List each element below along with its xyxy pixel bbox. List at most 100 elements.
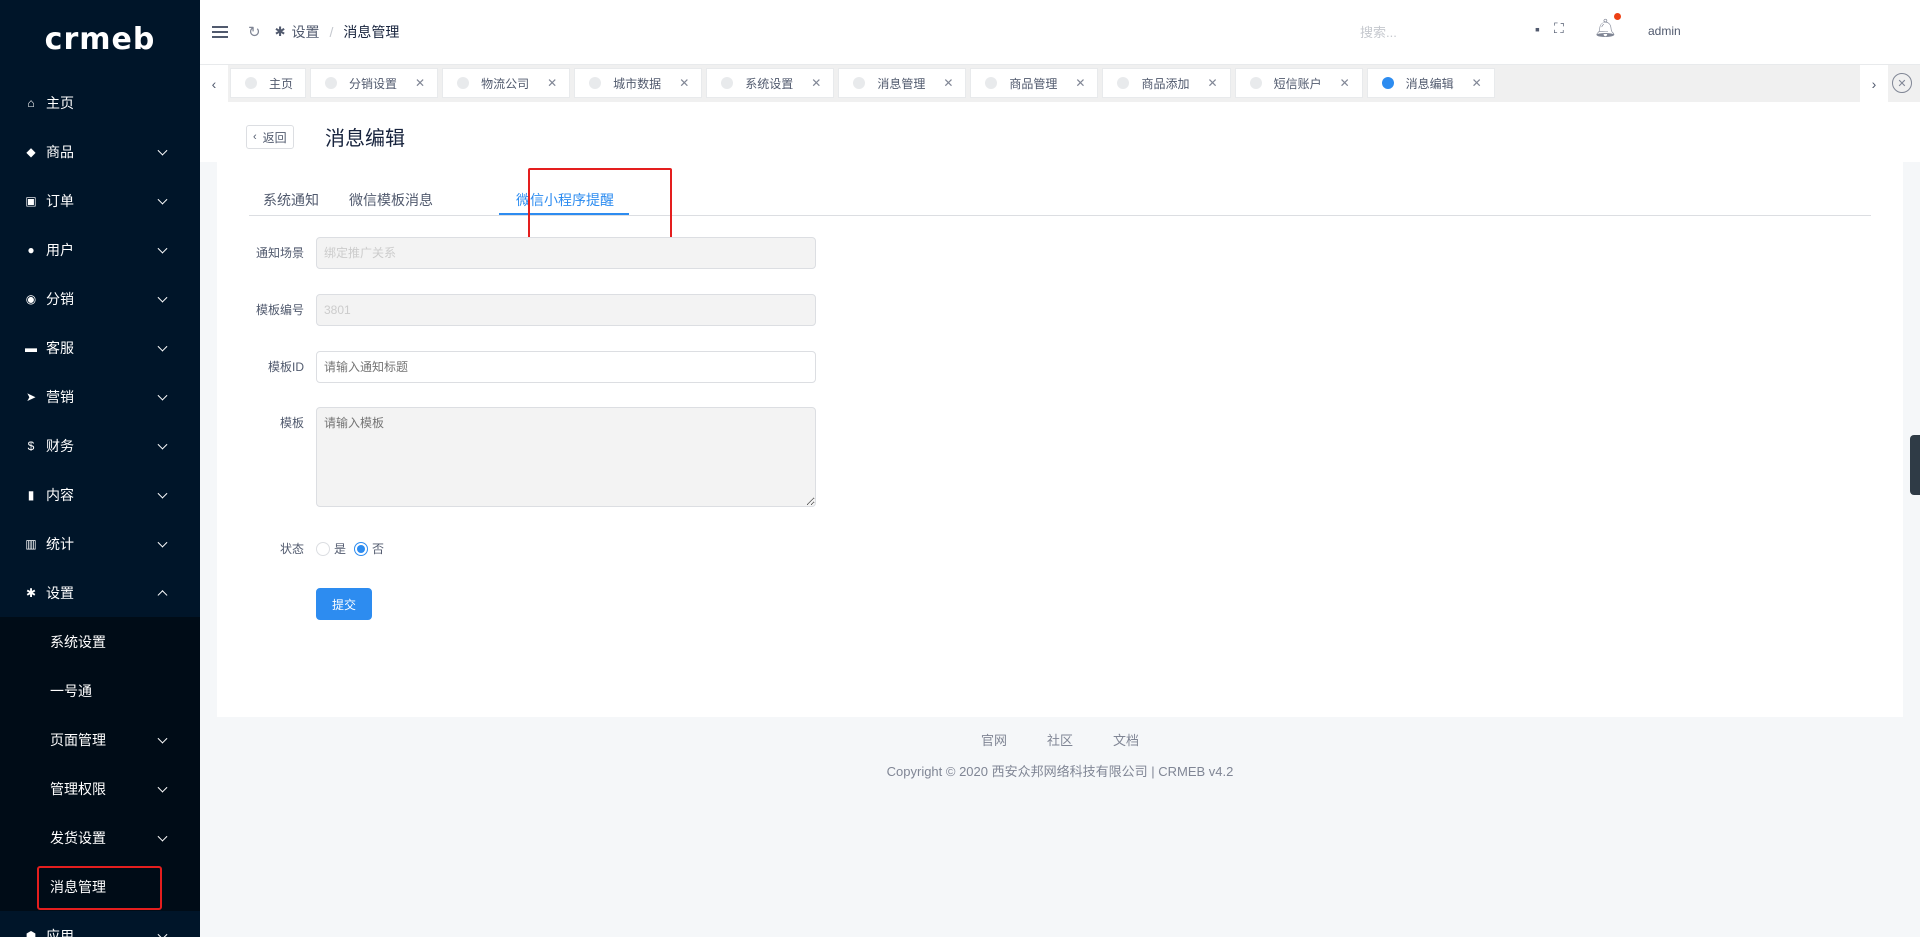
content-card: 系统通知 微信模板消息 微信小程序提醒 通知场景 绑定推广关系 模板编号 380… — [217, 162, 1903, 717]
cube-icon: ⬢ — [25, 928, 37, 937]
tab-system-notice[interactable]: 系统通知 — [263, 190, 319, 210]
tabs-next-icon[interactable]: › — [1860, 65, 1888, 102]
close-all-tabs-icon[interactable]: ✕ — [1892, 73, 1912, 93]
sidebar-menu: ⌂ 主页 ◆ 商品 ▣ 订单 ● 用户 ◉ 分销 ▬ 客服 ➤ 营销 $ 财务 ▮ 内容 ▥ 统计 ✱ 设置 — [0, 78, 200, 617]
sidebar-item[interactable]: ⌂ 主页 — [0, 78, 200, 127]
close-icon[interactable]: ✕ — [1075, 76, 1085, 90]
refresh-icon[interactable]: ↻ — [248, 23, 261, 41]
sidebar-item[interactable]: ▬ 客服 — [0, 323, 200, 372]
tabs-prev-icon[interactable]: ‹ — [200, 65, 228, 102]
bell-icon[interactable]: 🔔︎ — [1594, 18, 1617, 39]
user-icon: ● — [27, 242, 35, 257]
sidebar-item[interactable]: ● 用户 — [0, 225, 200, 274]
tab-label: 城市数据 — [613, 76, 662, 91]
fullscreen-icon[interactable]: ⛶ — [1554, 20, 1564, 37]
close-icon[interactable]: ✕ — [1472, 76, 1482, 90]
sidebar-item[interactable]: 消息管理 — [0, 862, 200, 911]
tab-item[interactable]: 消息编辑 ✕ — [1366, 68, 1495, 98]
close-icon[interactable]: ✕ — [1340, 76, 1350, 90]
sidebar-item[interactable]: ◉ 分销 — [0, 274, 200, 323]
sidebar-item[interactable]: ▥ 统计 — [0, 519, 200, 568]
sidebar-item[interactable]: ➤ 营销 — [0, 372, 200, 421]
sidebar-item[interactable]: ▮ 内容 — [0, 470, 200, 519]
tab-label: 商品添加 — [1141, 76, 1190, 91]
status-yes-label[interactable]: 是 — [334, 533, 346, 565]
tab-item[interactable]: 商品管理 ✕ — [970, 68, 1099, 98]
footer-link-community[interactable]: 社区 — [1047, 730, 1073, 749]
status-label: 状态 — [279, 542, 304, 556]
sidebar-item[interactable]: ✱ 设置 — [0, 568, 200, 617]
tab-item[interactable]: 主页 — [230, 68, 307, 98]
template-textarea[interactable] — [316, 407, 816, 507]
tab-item[interactable]: 商品添加 ✕ — [1102, 68, 1231, 98]
chevron-down-icon — [157, 145, 168, 156]
status-radio-group: 是 否 — [316, 533, 392, 565]
chevron-down-icon — [157, 929, 168, 937]
sidebar-item[interactable]: 页面管理 — [0, 715, 200, 764]
sidebar-item[interactable]: ⬢ 应用 — [0, 911, 200, 937]
tab-item[interactable]: 消息管理 ✕ — [838, 68, 967, 98]
sidebar-item[interactable]: ▣ 订单 — [0, 176, 200, 225]
tab-status-dot — [1249, 77, 1262, 89]
footer-link-official[interactable]: 官网 — [981, 730, 1007, 749]
chevron-down-icon — [157, 341, 168, 352]
sidebar-item[interactable]: 系统设置 — [0, 617, 200, 666]
sidebar-item[interactable]: 一号通 — [0, 666, 200, 715]
copyright: Copyright © 2020 西安众邦网络科技有限公司 | CRMEB v4… — [886, 764, 1234, 779]
breadcrumb-parent[interactable]: 设置 — [291, 22, 319, 42]
template-id-label: 模板ID — [267, 360, 304, 374]
sidebar-item[interactable]: 发货设置 — [0, 813, 200, 862]
tab-item[interactable]: 城市数据 ✕ — [574, 68, 703, 98]
close-icon[interactable]: ✕ — [1208, 76, 1218, 90]
template-row: 模板 — [217, 407, 816, 507]
tab-label: 主页 — [269, 76, 294, 91]
close-icon[interactable]: ✕ — [547, 76, 557, 90]
close-icon[interactable]: ✕ — [811, 76, 821, 90]
close-icon[interactable]: ✕ — [943, 76, 953, 90]
template-id-row: 模板ID — [217, 351, 816, 383]
submit-row: 提交 — [217, 588, 373, 620]
goods-icon: ◆ — [26, 144, 36, 159]
status-yes-radio[interactable] — [316, 542, 330, 556]
sidebar-item-label: 分销 — [46, 290, 74, 307]
chevron-down-icon — [157, 292, 168, 303]
chevron-down-icon — [157, 488, 168, 499]
user-name[interactable]: admin — [1648, 24, 1681, 38]
sidebar-item-label: 设置 — [46, 584, 74, 601]
chevron-down-icon — [157, 831, 168, 842]
back-button[interactable]: ‹ 返回 — [246, 125, 294, 149]
chevron-up-icon — [157, 589, 168, 600]
sidebar-item[interactable]: $ 财务 — [0, 421, 200, 470]
chevron-down-icon — [157, 243, 168, 254]
tab-wechat-template[interactable]: 微信模板消息 — [349, 190, 433, 210]
message-icon[interactable]: ▪ — [1535, 21, 1540, 37]
status-no-radio[interactable] — [354, 542, 369, 556]
sidebar-item-label: 客服 — [46, 339, 74, 356]
template-id-input[interactable] — [316, 351, 816, 383]
tab-item[interactable]: 物流公司 ✕ — [442, 68, 571, 98]
tab-item[interactable]: 系统设置 ✕ — [706, 68, 835, 98]
close-icon[interactable]: ✕ — [415, 76, 425, 90]
status-no-label[interactable]: 否 — [372, 533, 384, 565]
back-label: 返回 — [262, 130, 287, 145]
tab-item[interactable]: 短信账户 ✕ — [1234, 68, 1363, 98]
gear-icon: ✱ — [25, 585, 37, 600]
template-no-row: 模板编号 3801 — [217, 294, 816, 326]
close-icon[interactable]: ✕ — [679, 76, 689, 90]
sidebar: crmeb ⌂ 主页 ◆ 商品 ▣ 订单 ● 用户 ◉ 分销 ▬ 客服 ➤ 营销 $ 财务 ▮ 内容 ▥ 统计 ✱ 设置 … — [0, 0, 200, 937]
sidebar-item[interactable]: ◆ 商品 — [0, 127, 200, 176]
submit-button[interactable]: 提交 — [316, 588, 373, 620]
home-icon: ⌂ — [27, 95, 35, 110]
tab-label: 分销设置 — [349, 76, 398, 91]
tab-label: 消息编辑 — [1405, 76, 1454, 91]
tabs-list: 主页 分销设置 ✕ 物流公司 ✕ 城市数据 ✕ 系统设置 ✕ 消息管理 ✕ 商品管理 ✕ 商品添加 ✕ 短信账… — [230, 68, 1499, 98]
dollar-icon: $ — [27, 438, 35, 453]
footer-link-docs[interactable]: 文档 — [1113, 730, 1139, 749]
menu-toggle-icon[interactable] — [212, 26, 228, 38]
template-no-field: 3801 — [316, 294, 816, 326]
tab-item[interactable]: 分销设置 ✕ — [310, 68, 439, 98]
side-widget[interactable] — [1910, 435, 1920, 495]
sidebar-item[interactable]: 管理权限 — [0, 764, 200, 813]
search-input[interactable]: 搜索... — [1360, 22, 1397, 41]
tab-status-dot — [245, 77, 257, 89]
